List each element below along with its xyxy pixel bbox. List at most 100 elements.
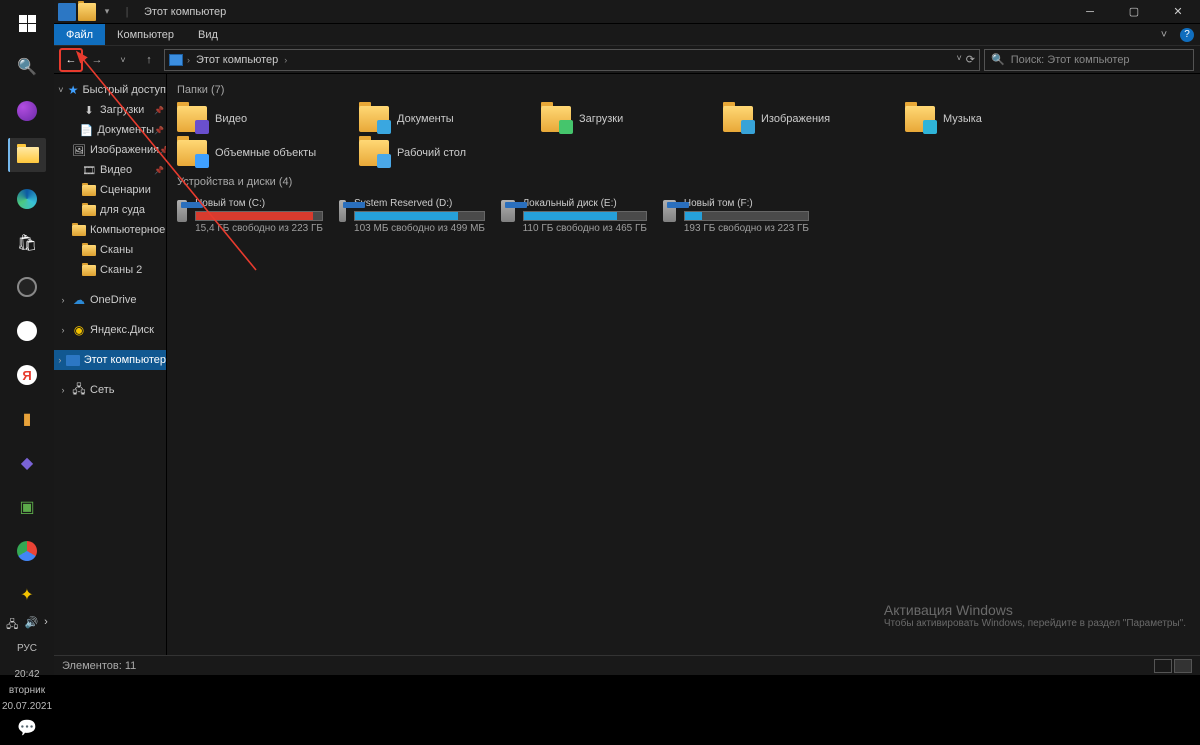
tab-computer[interactable]: Компьютер [105,24,186,45]
tree-network[interactable]: ›🖧Сеть [54,380,166,400]
tree-item-label: Видео [100,164,132,176]
library-folder[interactable]: Изображения [721,102,871,136]
disk-icon: ◉ [72,324,86,336]
taskbar-app-1[interactable] [8,94,46,128]
tree-this-pc[interactable]: ›Этот компьютер [54,350,166,370]
taskbar-app-3[interactable]: ▮ [8,402,46,436]
library-folder[interactable]: Объемные объекты [175,136,325,170]
app-icon [17,277,37,297]
drive-item[interactable]: Новый том (F:)193 ГБ свободно из 223 ГБ [661,194,811,238]
library-folder[interactable]: Рабочий стол [357,136,507,170]
qat-dropdown-icon[interactable]: ▾ [98,3,116,21]
tree-yandex-disk[interactable]: ›◉Яндекс.Диск [54,320,166,340]
drive-usage-bar [523,211,647,221]
taskbar-chrome[interactable] [8,534,46,568]
view-icons-button[interactable] [1174,659,1192,673]
start-button[interactable] [8,6,46,40]
network-icon: 🖧 [72,384,86,396]
tree-onedrive[interactable]: ›☁OneDrive [54,290,166,310]
app-icon [17,101,37,121]
tab-file[interactable]: Файл [54,24,105,45]
tree-item[interactable]: ⬇Загрузки [54,100,166,120]
tree-item[interactable]: Сценарии [54,180,166,200]
drive-usage-bar [684,211,809,221]
drive-name: System Reserved (D:) [354,198,485,209]
tree-item[interactable]: Компьютерное же [54,220,166,240]
view-details-button[interactable] [1154,659,1172,673]
tree-item-label: для суда [100,204,145,216]
tree-item-label: Сканы 2 [100,264,142,276]
tree-item[interactable]: Сканы [54,240,166,260]
taskbar-app-5[interactable]: ▣ [8,490,46,524]
app-icon: ▣ [16,496,38,518]
tray-icons[interactable]: 🖧🔊› [0,612,54,639]
tree-item[interactable]: 🎞Видео [54,160,166,180]
taskbar-edge[interactable] [8,182,46,216]
drive-item[interactable]: System Reserved (D:)103 МБ свободно из 4… [337,194,487,238]
qat-separator: | [118,3,136,21]
tree-quick-access[interactable]: ˅★Быстрый доступ [54,80,166,100]
item-icon [72,224,86,236]
drives-header[interactable]: Устройства и диски (4) [175,170,1192,194]
help-button[interactable]: ? [1180,28,1194,42]
taskbar-app-6[interactable]: ✦ [8,578,46,612]
taskbar-app-4[interactable]: ◆ [8,446,46,480]
address-bar[interactable]: › Этот компьютер › ˅ ⟳ [164,49,980,71]
folders-header[interactable]: Папки (7) [175,78,1192,102]
tab-view[interactable]: Вид [186,24,230,45]
minimize-button[interactable]: ─ [1068,0,1112,24]
drive-usage-bar [354,211,485,221]
address-dropdown-icon[interactable]: ˅ [957,53,962,66]
close-button[interactable]: ✕ [1156,0,1200,24]
item-icon [82,204,96,216]
library-folder[interactable]: Документы [357,102,507,136]
tree-item[interactable]: для суда [54,200,166,220]
clock-date: 20.07.2021 [2,701,52,713]
taskbar-opera[interactable] [8,314,46,348]
breadcrumb[interactable]: Этот компьютер [194,54,280,66]
library-folder[interactable]: Видео [175,102,325,136]
tree-item[interactable]: 📄Документы [54,120,166,140]
action-center-button[interactable]: 💬 [8,717,46,739]
taskbar-explorer[interactable] [8,138,46,172]
clock-day: вторник [9,685,45,697]
drive-item[interactable]: Новый том (C:)15,4 ГБ свободно из 223 ГБ [175,194,325,238]
language-indicator[interactable]: РУС [17,643,37,655]
item-icon: 🖼 [72,144,86,156]
qat-folder-icon[interactable] [78,3,96,21]
drive-item[interactable]: Локальный диск (E:)110 ГБ свободно из 46… [499,194,649,238]
maximize-button[interactable]: ▢ [1112,0,1156,24]
tree-item[interactable]: 🖼 Изображения [54,140,166,160]
up-button[interactable]: ↑ [138,49,160,71]
taskbar-store[interactable]: 🛍 [8,226,46,260]
yandex-icon: Я [17,365,37,385]
search-button[interactable]: 🔍 [8,50,46,84]
forward-button[interactable]: → [86,49,108,71]
drive-icon [663,200,676,222]
recent-dropdown[interactable]: ˅ [112,49,134,71]
nav-toolbar: ← → ˅ ↑ › Этот компьютер › ˅ ⟳ 🔍 Поиск: … [54,46,1200,74]
drive-icon [177,200,187,222]
qat-pc-icon[interactable] [58,3,76,21]
item-icon: ⬇ [82,104,96,116]
taskbar-yandex[interactable]: Я [8,358,46,392]
ribbon-expand-icon[interactable]: ˅ [1156,27,1172,43]
chevron-right-icon: › [187,55,190,65]
cloud-icon: ☁ [72,294,86,306]
tree-item-label: Изображения [90,144,159,156]
clock-time[interactable]: 20:42 [14,669,39,681]
folder-icon [541,106,571,132]
chevron-right-icon: › [284,55,287,65]
taskbar: 🔍 🛍 Я ▮ ◆ ▣ ✦ 🖧🔊› РУС 20:42 вторник 20.0… [0,0,54,675]
library-folder[interactable]: Загрузки [539,102,689,136]
library-folder[interactable]: Музыка [903,102,1053,136]
search-box[interactable]: 🔍 Поиск: Этот компьютер [984,49,1194,71]
taskbar-app-2[interactable] [8,270,46,304]
tree-item[interactable]: Сканы 2 [54,260,166,280]
app-icon: ✦ [16,584,38,606]
back-button[interactable]: ← [60,49,82,71]
folder-icon [177,106,207,132]
volume-icon: 🔊 [24,616,38,635]
folder-icon [17,147,39,163]
refresh-button[interactable]: ⟳ [966,53,975,66]
